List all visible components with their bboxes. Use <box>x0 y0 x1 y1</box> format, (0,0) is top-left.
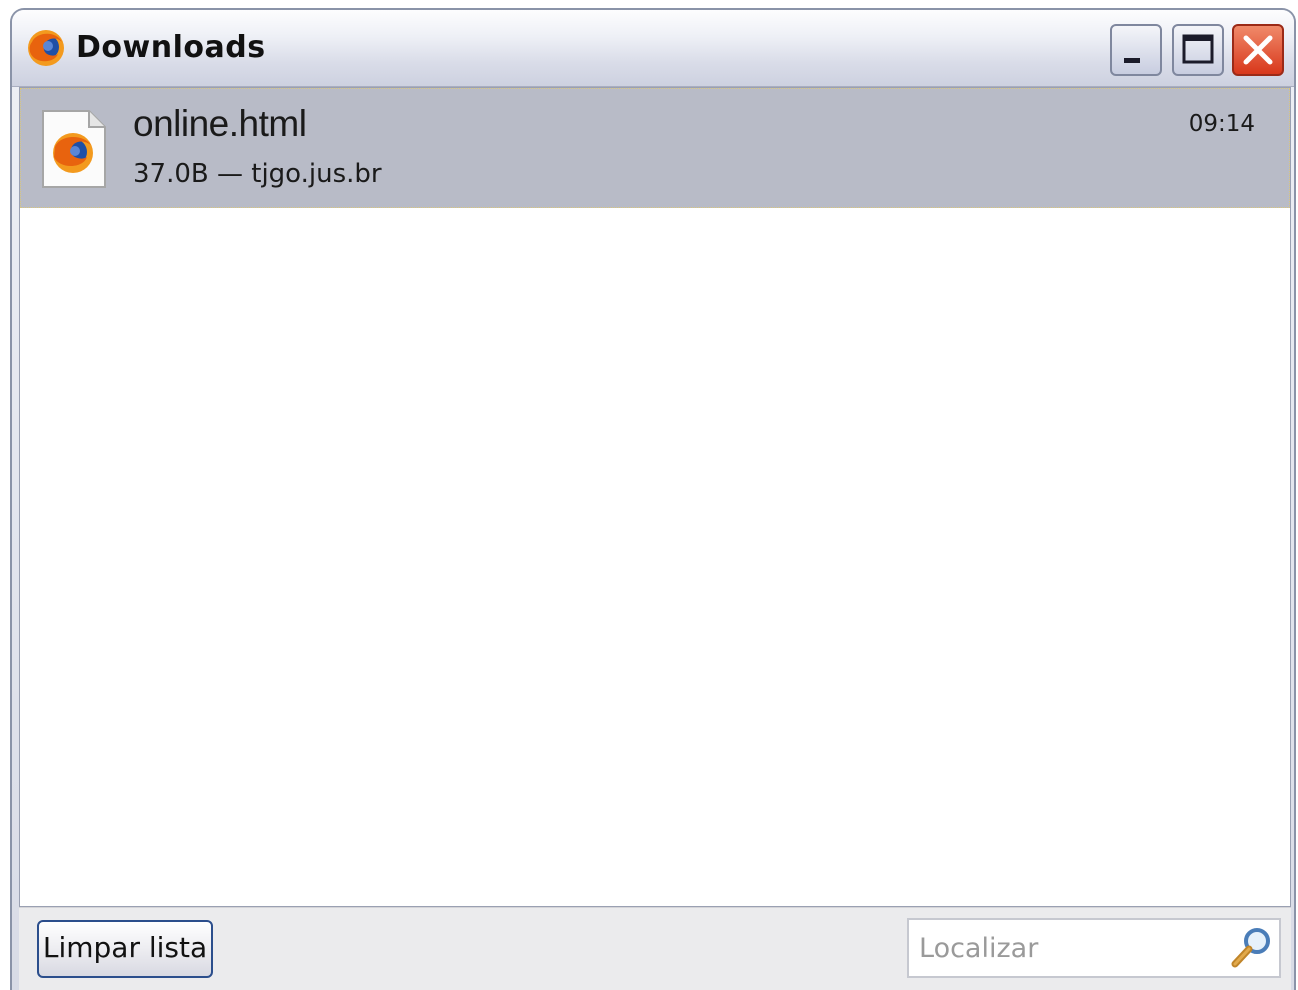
search-field[interactable] <box>907 918 1281 978</box>
minimize-icon <box>1124 58 1140 63</box>
download-item[interactable]: online.html 37.0B — tjgo.jus.br 09:14 <box>20 88 1290 208</box>
title-bar[interactable]: Downloads <box>12 10 1294 87</box>
close-icon <box>1243 35 1273 65</box>
download-file-meta: 37.0B — tjgo.jus.br <box>133 159 382 189</box>
downloads-window: Downloads online.html 37.0B — tjgo.jus.b… <box>10 8 1296 990</box>
search-icon[interactable] <box>1227 924 1275 972</box>
minimize-button[interactable] <box>1110 24 1162 76</box>
download-time: 09:14 <box>1188 111 1255 137</box>
download-file-name: online.html <box>133 103 307 144</box>
maximize-button[interactable] <box>1172 24 1224 76</box>
downloads-list[interactable]: online.html 37.0B — tjgo.jus.br 09:14 <box>19 87 1291 907</box>
window-title: Downloads <box>76 30 266 65</box>
close-button[interactable] <box>1232 24 1284 76</box>
search-input[interactable] <box>919 926 1219 970</box>
clear-list-button[interactable]: Limpar lista <box>37 920 213 978</box>
firefox-file-icon <box>42 110 106 188</box>
footer-bar: Limpar lista <box>19 907 1291 990</box>
firefox-icon <box>28 30 64 66</box>
maximize-icon <box>1182 34 1214 64</box>
